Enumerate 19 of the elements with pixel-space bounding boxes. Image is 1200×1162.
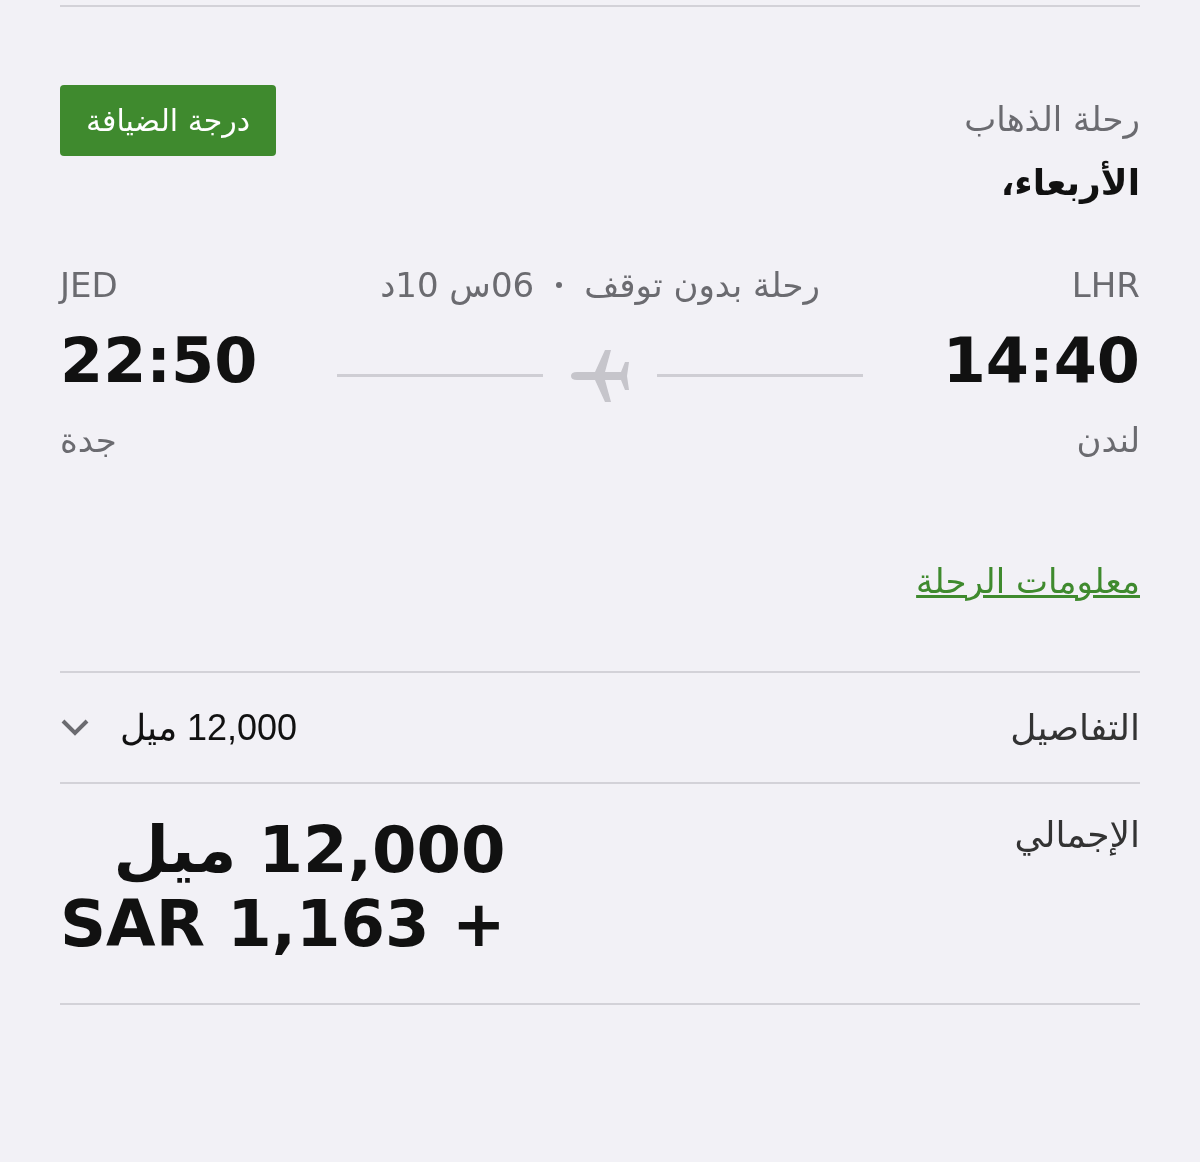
departure-time: 14:40 [942,323,1140,398]
flight-info-link[interactable]: معلومات الرحلة [916,560,1140,601]
total-label: الإجمالي [1014,814,1140,856]
details-toggle[interactable]: 12,000 ميل [60,706,298,749]
cabin-class-badge: درجة الضيافة [60,85,277,156]
airport-code: LHR [1071,264,1140,306]
departure-day: الأربعاء، [1000,161,1140,203]
city-name: جدة [60,420,117,461]
stops-text: رحلة بدون توقف [584,264,820,306]
trip-direction: رحلة الذهاب [964,99,1140,140]
details-label: التفاصيل [1010,706,1140,748]
city-name: لندن [1076,420,1140,461]
arrival-time: 22:50 [60,323,258,398]
total-cash: SAR 1,163 + [60,887,506,962]
airport-code: JED [60,264,118,306]
total-miles: 12,000 ميل [113,814,506,888]
chevron-icon [60,718,90,737]
separator-dot [556,282,563,289]
duration-text: 06س 10د [380,264,535,306]
